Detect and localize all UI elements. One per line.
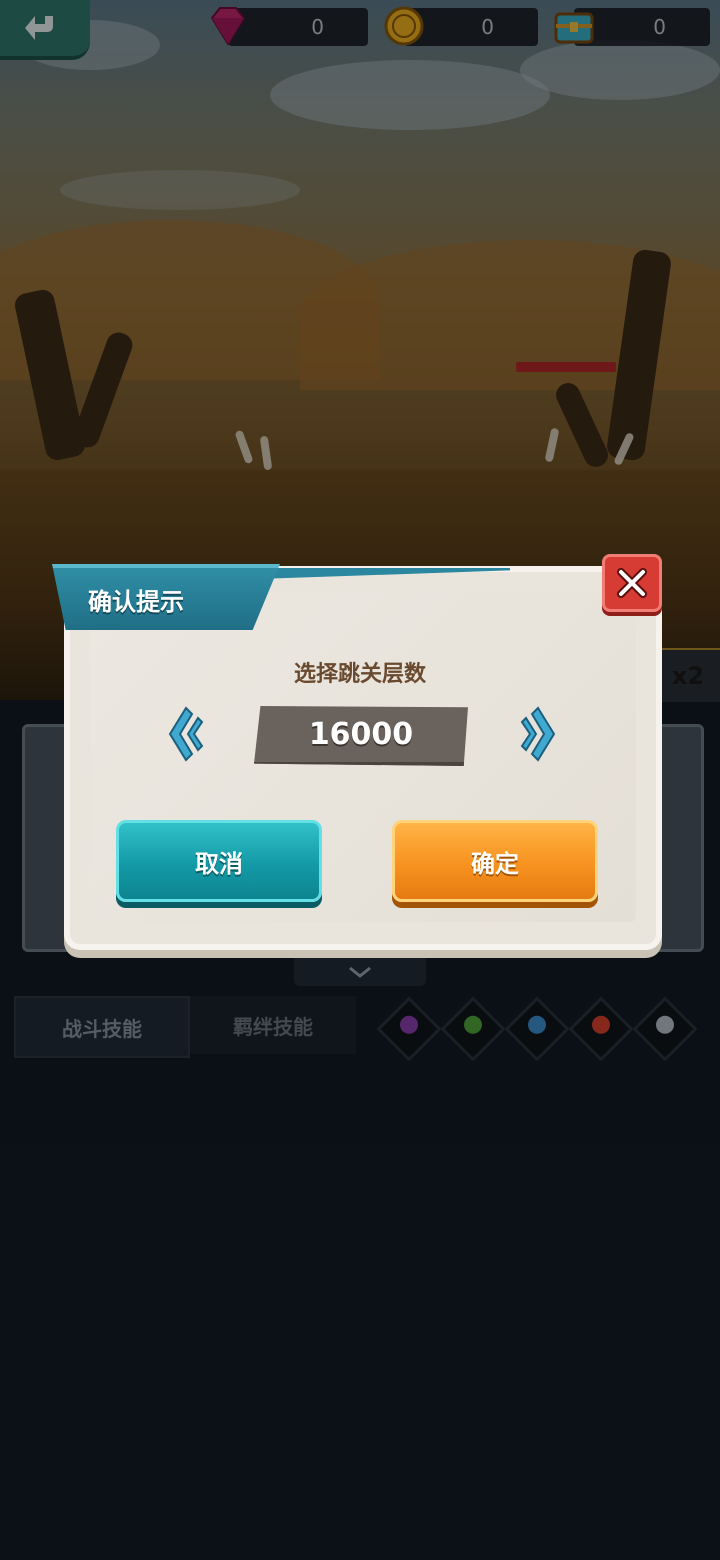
close-button[interactable] [602,554,662,612]
dialog-prompt: 选择跳关层数 [293,662,426,687]
increase-arrow-icon[interactable] [520,704,560,764]
cancel-button[interactable]: 取消 [116,820,322,902]
dialog-title: 确认提示 [88,587,184,616]
confirm-button[interactable]: 确定 [392,820,598,902]
close-icon [617,568,647,598]
dialog-title-ribbon: 确认提示 [52,564,280,630]
level-count-display: 16000 [254,706,468,766]
decrease-arrow-icon[interactable] [164,704,204,764]
